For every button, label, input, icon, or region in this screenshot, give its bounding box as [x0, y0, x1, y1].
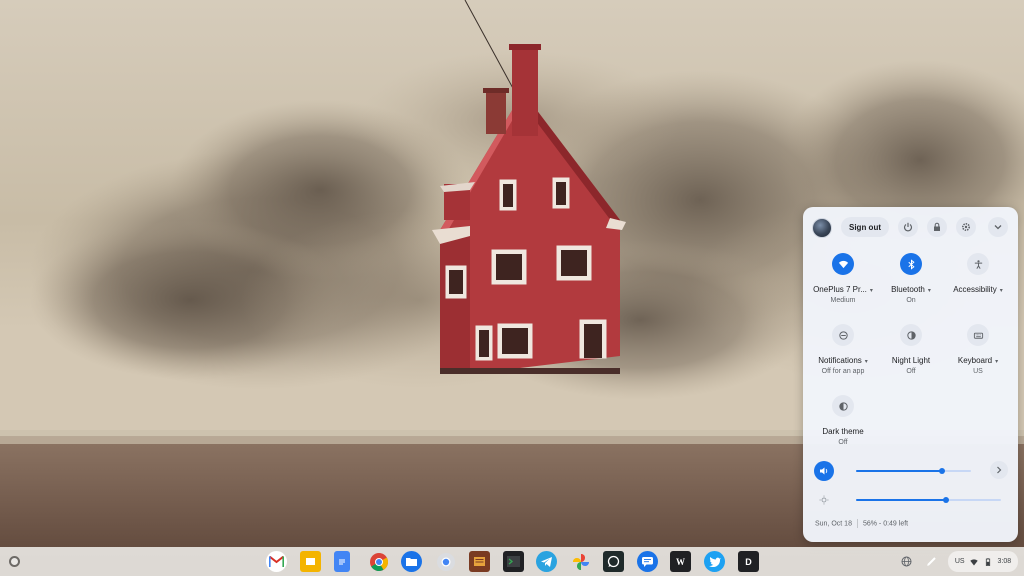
tile-keyboard[interactable]: Keyboard ▾ US: [942, 324, 1014, 375]
stylus-icon[interactable]: [924, 554, 939, 569]
volume-slider-row: [803, 461, 1018, 483]
files-app-icon[interactable]: [401, 551, 422, 572]
avatar[interactable]: [812, 218, 832, 238]
brightness-slider[interactable]: [856, 497, 1001, 503]
bluetooth-icon: [907, 258, 915, 270]
tile-notifications[interactable]: Notifications ▾ Off for an app: [807, 324, 879, 375]
volume-slider-fill: [856, 470, 943, 472]
keyboard-toggle[interactable]: [967, 324, 989, 346]
tile-bluetooth[interactable]: Bluetooth ▾ On: [875, 253, 947, 304]
wifi-status-icon: [970, 558, 978, 565]
volume-icon: [820, 467, 828, 475]
tile-bluetooth-status: On: [906, 297, 916, 304]
tile-wifi[interactable]: OnePlus 7 Pr... ▾ Medium: [807, 253, 879, 304]
power-button[interactable]: [898, 217, 918, 237]
sign-out-button[interactable]: Sign out: [841, 217, 889, 237]
tile-accessibility[interactable]: Accessibility ▾: [942, 253, 1014, 294]
wifi-toggle[interactable]: [832, 253, 854, 275]
dark-theme-toggle[interactable]: [832, 395, 854, 417]
tile-notifications-status: Off for an app: [821, 368, 865, 375]
notifications-toggle[interactable]: [832, 324, 854, 346]
quick-settings-panel: Sign out OnePlus 7 Pr... ▾ Medium Bluetoo…: [803, 207, 1018, 542]
brightness-icon: [819, 495, 829, 505]
keyboard-icon: [973, 332, 983, 339]
tile-night-light[interactable]: Night Light Off: [875, 324, 947, 375]
brightness-icon-holder: [814, 490, 834, 510]
gear-icon: [961, 222, 971, 232]
brightness-slider-fill: [856, 499, 946, 501]
lock-icon: [934, 222, 940, 231]
battery-status-icon: [985, 557, 990, 566]
tile-dark-theme-label: Dark theme: [822, 427, 864, 436]
dark-theme-icon: [838, 401, 848, 411]
battery-label[interactable]: 56% - 0:49 left: [863, 520, 908, 527]
tile-keyboard-status: US: [973, 368, 983, 375]
collapse-button[interactable]: [988, 217, 1008, 237]
volume-slider-thumb[interactable]: [939, 468, 946, 474]
tile-dark-theme[interactable]: Dark theme Off: [807, 395, 879, 446]
date-label[interactable]: Sun, Oct 18: [815, 520, 852, 527]
shelf: W D US 3:08: [0, 547, 1024, 576]
whatsapp-app-icon[interactable]: [603, 551, 624, 572]
quick-settings-footer: Sun, Oct 18 56% - 0:49 left: [815, 519, 908, 528]
notifications-off-icon: [838, 330, 848, 340]
tile-bluetooth-label: Bluetooth: [891, 285, 925, 294]
night-light-toggle[interactable]: [900, 324, 922, 346]
audio-settings-button[interactable]: [990, 461, 1008, 479]
tile-wifi-status: Medium: [830, 297, 856, 304]
google-photos-app-icon[interactable]: [570, 551, 591, 572]
chevron-right-icon: [997, 466, 1002, 474]
d-app-icon[interactable]: D: [738, 551, 759, 572]
volume-mute-button[interactable]: [814, 461, 834, 481]
brightness-slider-row: [803, 490, 1018, 512]
accessibility-icon: [974, 259, 982, 269]
chevron-down-icon: [994, 225, 1002, 230]
google-docs-app-icon[interactable]: [334, 551, 350, 572]
books-app-icon[interactable]: [469, 551, 490, 572]
night-light-icon: [906, 330, 916, 340]
bluetooth-toggle[interactable]: [900, 253, 922, 275]
google-slides-app-icon[interactable]: [300, 551, 321, 572]
chrome-alt-app-icon[interactable]: [435, 551, 456, 572]
messages-app-icon[interactable]: [637, 551, 658, 572]
tile-wifi-label: OnePlus 7 Pr...: [813, 285, 867, 294]
system-tray-status[interactable]: US 3:08: [948, 551, 1018, 572]
tile-accessibility-label: Accessibility: [953, 285, 997, 294]
tile-night-light-status: Off: [906, 368, 916, 375]
tile-dark-theme-status: Off: [838, 439, 848, 446]
lock-button[interactable]: [927, 217, 947, 237]
clock: 3:08: [997, 558, 1012, 565]
launcher-button[interactable]: [9, 556, 20, 567]
tile-notifications-label: Notifications: [818, 356, 862, 365]
accessibility-toggle[interactable]: [967, 253, 989, 275]
telegram-app-icon[interactable]: [536, 551, 557, 572]
tile-keyboard-label: Keyboard: [957, 356, 993, 365]
terminal-app-icon[interactable]: [503, 551, 524, 572]
chrome-app-icon[interactable]: [368, 551, 389, 572]
settings-button[interactable]: [956, 217, 976, 237]
power-icon: [903, 222, 913, 232]
quick-settings-header: Sign out: [803, 207, 1018, 247]
wikipedia-app-icon[interactable]: W: [670, 551, 691, 572]
gmail-app-icon[interactable]: [266, 551, 287, 572]
wifi-icon: [838, 260, 848, 268]
twitter-app-icon[interactable]: [704, 551, 725, 572]
tile-night-light-label: Night Light: [891, 356, 931, 365]
brightness-slider-thumb[interactable]: [942, 497, 949, 503]
keyboard-layout-indicator: US: [954, 558, 965, 565]
volume-slider[interactable]: [856, 468, 971, 474]
globe-icon[interactable]: [899, 554, 914, 569]
